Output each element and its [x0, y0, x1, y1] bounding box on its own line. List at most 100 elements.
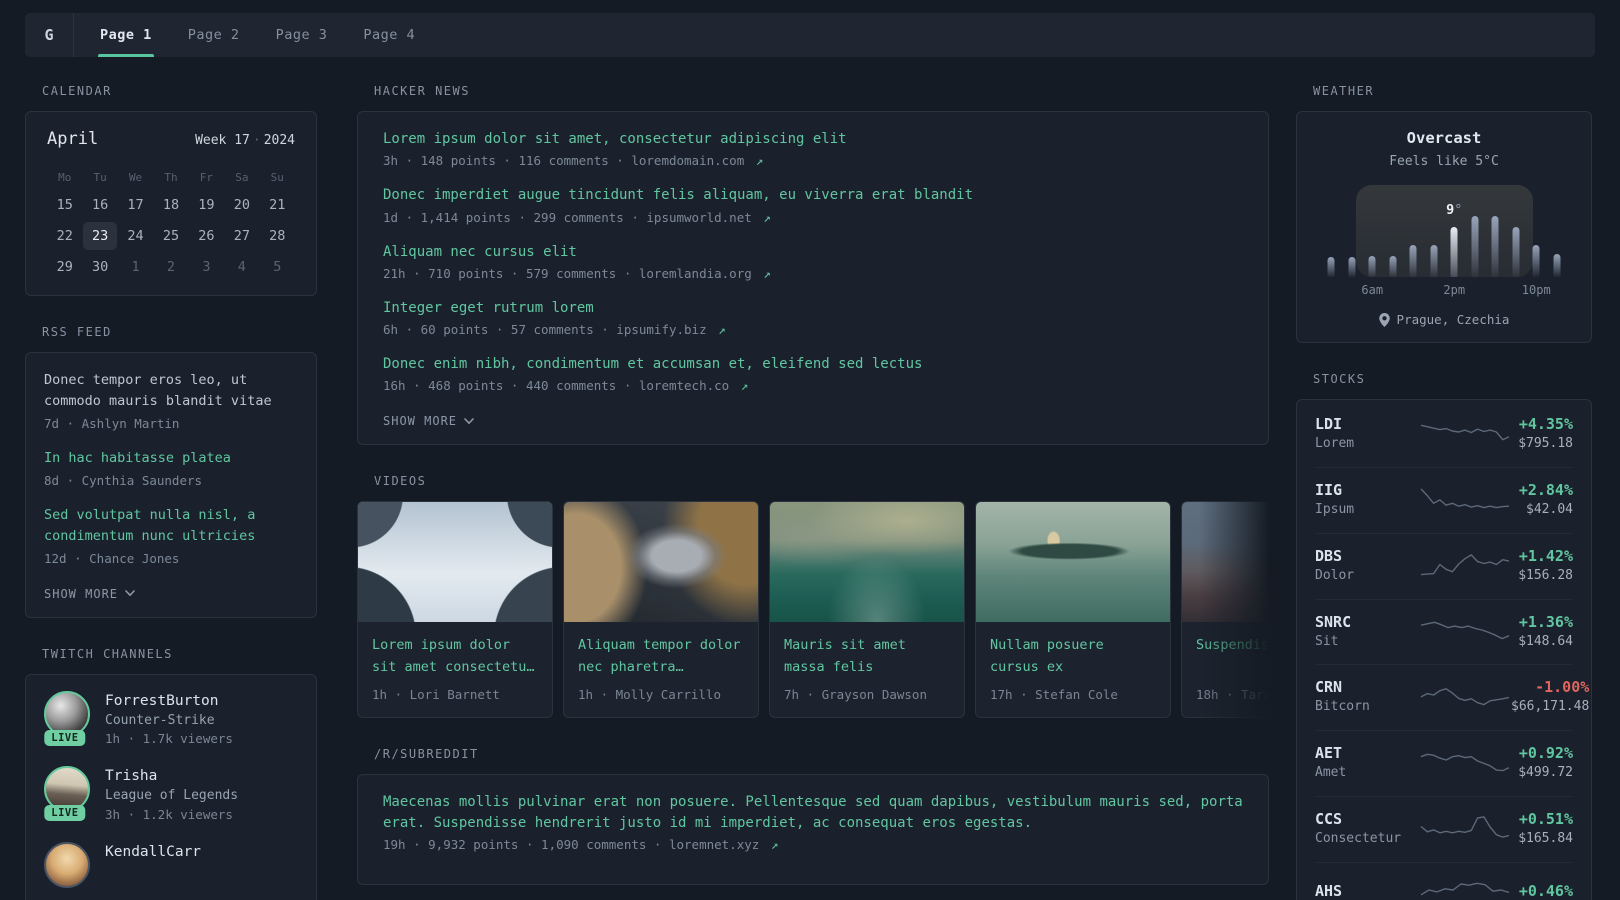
calendar-dow-header: Su: [270, 170, 284, 184]
calendar-day: 4: [237, 259, 246, 275]
stock-price: $499.72: [1518, 765, 1573, 781]
stock-values: +0.92% $499.72: [1511, 743, 1573, 783]
stock-identity: CRN Bitcorn: [1315, 677, 1419, 717]
feed-item: Donec enim nibh, condimentum et accumsan…: [383, 354, 1243, 393]
feed-item-title[interactable]: Lorem ipsum dolor sit amet, consectetur …: [383, 129, 1243, 149]
stock-row[interactable]: SNRC Sit +1.36% $148.64: [1315, 598, 1573, 665]
stock-row[interactable]: CCS Consectetur +0.51% $165.84: [1315, 796, 1573, 862]
daylight-band: [1356, 185, 1533, 277]
feed-item-title[interactable]: Sed volutpat nulla nisl, a condimentum n…: [44, 505, 298, 547]
rss-card: Donec tempor eros leo, ut commodo mauris…: [25, 352, 317, 618]
calendar-dow-header: We: [128, 170, 143, 184]
nav-divider: [73, 13, 74, 57]
twitch-channel-game: League of Legends: [105, 788, 239, 804]
twitch-channel-info: Trisha League of Legends 3h · 1.2k viewers: [105, 766, 238, 825]
twitch-channel-row[interactable]: KendallCarr: [44, 841, 298, 888]
video-title[interactable]: Nullam posuere cursus ex: [990, 635, 1156, 678]
video-meta: 1h · Molly Carrillo: [578, 687, 721, 703]
video-card[interactable]: Mauris sit amet massa felis 7h · Grayson …: [769, 501, 965, 719]
video-card[interactable]: Lorem ipsum dolor sit amet consectetu… 1h…: [357, 501, 553, 719]
video-meta: 17h · Stefan Cole: [990, 687, 1118, 703]
feed-item-meta: 6h · 60 points · 57 comments · ipsumify.…: [383, 322, 726, 338]
feed-item-title[interactable]: In hac habitasse platea: [44, 448, 298, 469]
calendar-day: 21: [269, 197, 286, 213]
weather-bar: [1532, 245, 1540, 277]
stock-row[interactable]: IIG Ipsum +2.84% $42.04: [1315, 466, 1573, 533]
stock-change: +1.42%: [1518, 546, 1573, 565]
external-link-icon: ↗: [748, 153, 764, 169]
feed-item-title[interactable]: Donec imperdiet augue tincidunt felis al…: [383, 185, 1243, 205]
feed-item: Sed volutpat nulla nisl, a condimentum n…: [44, 505, 298, 566]
stock-identity: AET Amet: [1315, 743, 1419, 783]
stock-sparkline: [1419, 614, 1511, 648]
feed-item-title[interactable]: Donec tempor eros leo, ut commodo mauris…: [44, 370, 298, 412]
video-card[interactable]: Aliquam tempor dolor nec pharetra… 1h · M…: [563, 501, 759, 719]
hackernews-section-label: HACKER NEWS: [374, 84, 470, 98]
app-logo[interactable]: G: [25, 13, 73, 57]
rss-items: Donec tempor eros leo, ut commodo mauris…: [44, 370, 298, 566]
stock-row[interactable]: CRN Bitcorn -1.00% $66,171.48: [1315, 664, 1589, 730]
calendar-day: 3: [202, 259, 211, 275]
calendar-day: 5: [273, 259, 282, 275]
tab-page-3[interactable]: Page 3: [276, 13, 328, 57]
video-title[interactable]: Lorem ipsum dolor sit amet consectetu…: [372, 635, 538, 678]
weather-hour-label: 10pm: [1521, 283, 1551, 297]
tab-page-4[interactable]: Page 4: [363, 13, 415, 57]
external-link-icon: ↗: [710, 322, 726, 338]
calendar-day: 24: [127, 228, 144, 244]
twitch-channel-row[interactable]: LIVE Trisha League of Legends 3h · 1.2k vie…: [44, 766, 298, 825]
live-badge: LIVE: [44, 729, 86, 746]
weather-bar: [1368, 256, 1376, 277]
stock-row[interactable]: AHS +0.46%: [1315, 861, 1573, 900]
video-card[interactable]: Suspendisse diam 18h · Tara: [1181, 501, 1269, 719]
hackernews-show-more-button[interactable]: SHOW MORE: [383, 414, 474, 428]
feed-item-title[interactable]: Aliquam nec cursus elit: [383, 242, 1243, 262]
stock-sparkline: [1419, 417, 1511, 451]
hackernews-card: Lorem ipsum dolor sit amet, consectetur …: [357, 111, 1269, 446]
calendar-month: April: [47, 129, 99, 149]
weather-bar: [1327, 257, 1335, 277]
stock-row[interactable]: LDI Lorem +4.35% $795.18: [1315, 402, 1573, 467]
tab-page-1[interactable]: Page 1: [98, 13, 154, 57]
calendar-dow-header: Th: [164, 170, 178, 184]
stock-price: $42.04: [1526, 501, 1573, 517]
video-title[interactable]: Aliquam tempor dolor nec pharetra…: [578, 635, 744, 678]
feed-item-title[interactable]: Integer eget rutrum lorem: [383, 298, 1243, 318]
feed-item-title[interactable]: Donec enim nibh, condimentum et accumsan…: [383, 354, 1243, 374]
right-column: WEATHER Overcast Feels like 5°C 9° 6am 2p…: [1296, 84, 1592, 900]
twitch-channel-row[interactable]: LIVE ForrestBurton Counter-Strike 1h · 1.7k…: [44, 690, 298, 750]
avatar: [44, 841, 90, 888]
calendar-day: 25: [162, 228, 180, 244]
video-title[interactable]: Mauris sit amet massa felis: [784, 635, 950, 678]
video-title[interactable]: Suspendisse diam: [1196, 635, 1269, 678]
calendar-day: 1: [131, 259, 140, 275]
tab-page-2[interactable]: Page 2: [188, 13, 240, 57]
twitch-avatar-wrap: LIVE: [44, 690, 90, 746]
stock-price: $148.64: [1518, 633, 1573, 649]
calendar-day: 22: [56, 228, 73, 244]
stock-identity: SNRC Sit: [1315, 612, 1419, 652]
weather-bar: [1491, 216, 1499, 277]
video-card[interactable]: Nullam posuere cursus ex 17h · Stefan Col…: [975, 501, 1171, 719]
stock-values: +1.42% $156.28: [1511, 546, 1573, 586]
feed-item-title[interactable]: Maecenas mollis pulvinar erat non posuer…: [383, 792, 1243, 833]
subreddit-section-label: /R/SUBREDDIT: [374, 747, 479, 762]
feed-item-meta: 3h · 148 points · 116 comments · loremdo…: [383, 153, 764, 169]
degree-sign: °: [1454, 202, 1463, 218]
feed-item-meta: 12d · Chance Jones: [44, 550, 180, 566]
stock-symbol: AET: [1315, 744, 1343, 763]
twitch-card: LIVE ForrestBurton Counter-Strike 1h · 1.7k…: [25, 673, 317, 900]
stock-change: +0.46%: [1518, 882, 1573, 900]
feed-item: Donec imperdiet augue tincidunt felis al…: [383, 185, 1243, 224]
calendar-day: 16: [91, 197, 109, 213]
calendar-week-label: Week 17: [195, 133, 250, 148]
subreddit-widget: /R/SUBREDDIT Maecenas mollis pulvinar er…: [357, 747, 1269, 886]
stock-sparkline: [1419, 812, 1511, 846]
calendar-grid: Mo Tu We Th Fr Sa Su 15 16 17 18 19 20 21 22 23 24 25 26 27…: [47, 166, 295, 281]
stock-row[interactable]: AET Amet +0.92% $499.72: [1315, 730, 1573, 796]
rss-show-more-button[interactable]: SHOW MORE: [44, 587, 135, 601]
calendar-section-label: CALENDAR: [42, 84, 112, 98]
stock-row[interactable]: DBS Dolor +1.42% $156.28: [1315, 532, 1573, 599]
video-card-body: Mauris sit amet massa felis 7h · Grayson …: [770, 622, 964, 717]
feed-item-meta: 8d · Cynthia Saunders: [44, 472, 203, 488]
